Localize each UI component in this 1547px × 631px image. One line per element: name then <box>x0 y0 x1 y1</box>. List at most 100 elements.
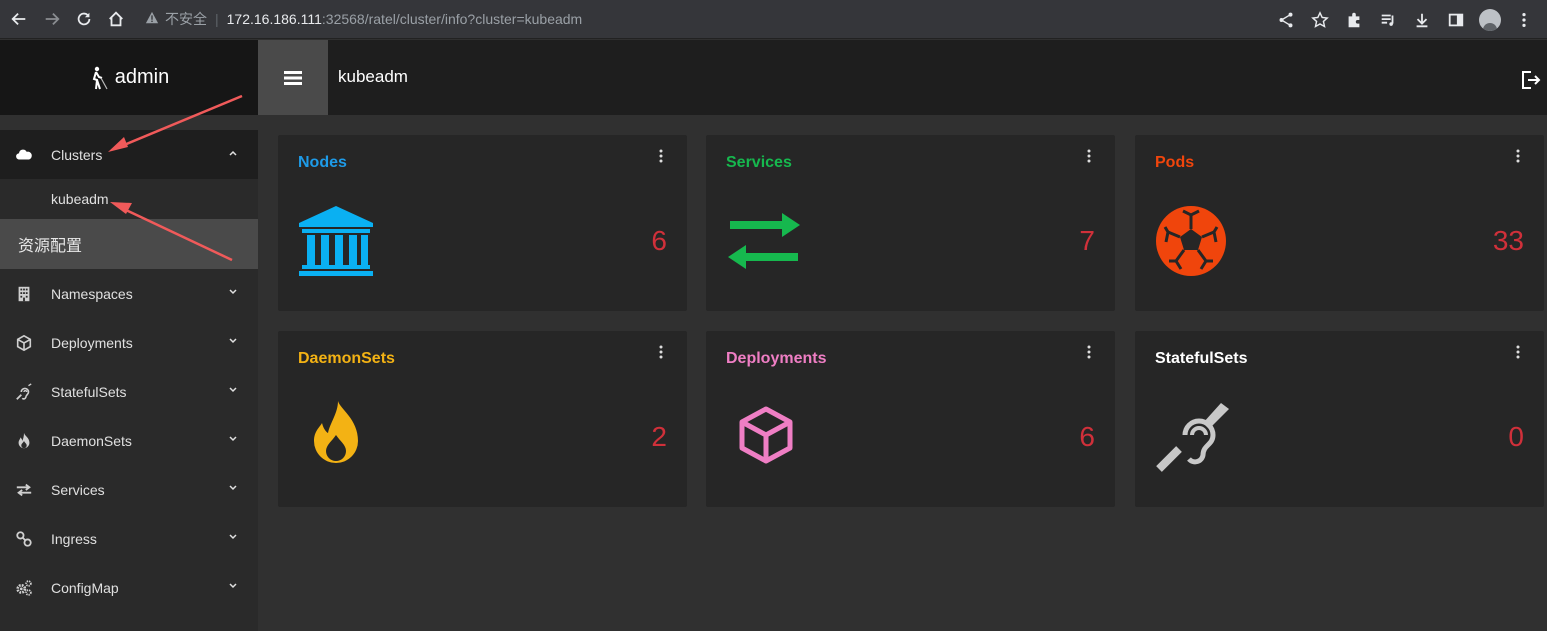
warning-icon <box>145 11 159 28</box>
url-host[interactable]: 172.16.186.111 <box>227 11 322 27</box>
sidebar-item-configmap[interactable]: ConfigMap <box>0 563 258 612</box>
browser-menu-button[interactable] <box>1509 4 1539 36</box>
blind-person-icon <box>92 66 108 89</box>
fire-icon <box>298 401 374 473</box>
extensions-button[interactable] <box>1339 4 1369 36</box>
sidebar-section-header: 资源配置 <box>0 219 258 269</box>
hearing-icon <box>1155 401 1231 473</box>
card-nodes[interactable]: Nodes 6 <box>278 135 687 311</box>
cube-icon <box>726 401 802 473</box>
home-icon <box>109 11 123 27</box>
share-icon <box>1279 12 1293 28</box>
more-vert-icon[interactable] <box>1086 345 1092 359</box>
bank-icon <box>298 205 374 277</box>
sidebar-spacer <box>0 115 258 130</box>
exchange-icon <box>14 480 34 500</box>
card-deployments[interactable]: Deployments 6 <box>706 331 1115 507</box>
sidepanel-icon <box>1448 13 1464 27</box>
share-button[interactable] <box>1271 4 1301 36</box>
chevron-down-icon <box>229 436 237 442</box>
card-services[interactable]: Services 7 <box>706 135 1115 311</box>
sidebar-username: admin <box>114 66 170 88</box>
profile-button[interactable] <box>1475 4 1505 36</box>
sidebar-item-ingress[interactable]: Ingress <box>0 514 258 563</box>
card-count: 7 <box>1079 225 1095 256</box>
sidebar-item-label: Ingress <box>51 530 97 547</box>
chevron-down-icon <box>229 338 237 344</box>
card-title: StatefulSets <box>1155 350 1248 367</box>
reload-button[interactable] <box>68 3 100 35</box>
sidebar-item-label: Deployments <box>51 334 133 351</box>
card-title: Nodes <box>298 154 347 171</box>
browser-toolbar: 不安全 | 172.16.186.111:32568/ratel/cluster… <box>0 0 1547 39</box>
chevron-down-icon <box>229 583 237 589</box>
sidebar-item-daemonsets[interactable]: DaemonSets <box>0 416 258 465</box>
reload-icon <box>77 12 91 26</box>
star-icon <box>1311 11 1329 28</box>
logout-icon[interactable] <box>1519 69 1541 91</box>
avatar-icon <box>1479 9 1501 31</box>
hamburger-icon <box>284 70 302 85</box>
exchange-icon <box>726 205 802 277</box>
top-header: kubeadm <box>258 40 1547 115</box>
sidebar-item-label: DaemonSets <box>51 432 132 449</box>
arrow-left-icon <box>11 12 26 26</box>
sidebar-item-clusters[interactable]: Clusters <box>0 130 258 179</box>
sidebar-item-deployments[interactable]: Deployments <box>0 318 258 367</box>
browser-actions <box>1271 4 1539 36</box>
more-vert-icon[interactable] <box>1515 149 1521 163</box>
arrow-right-icon <box>45 12 60 26</box>
divider: | <box>215 11 219 27</box>
forward-button[interactable] <box>36 3 68 35</box>
media-button[interactable] <box>1373 4 1403 36</box>
sidebar-item-statefulsets[interactable]: StatefulSets <box>0 367 258 416</box>
section-label: 资源配置 <box>18 238 83 255</box>
home-button[interactable] <box>100 3 132 35</box>
card-count: 6 <box>1079 421 1095 452</box>
more-vert-icon[interactable] <box>1515 345 1521 359</box>
sidebar-item-services[interactable]: Services <box>0 465 258 514</box>
cube-icon <box>14 333 34 353</box>
security-label[interactable]: 不安全 <box>165 9 207 29</box>
url-path[interactable]: :32568/ratel/cluster/info?cluster=kubead… <box>322 11 582 27</box>
sidebar-item-label: Clusters <box>51 146 103 163</box>
menu-toggle-button[interactable] <box>258 40 328 115</box>
sidebar-item-namespaces[interactable]: Namespaces <box>0 269 258 318</box>
card-title: Deployments <box>726 350 827 367</box>
sidebar-item-kubeadm[interactable]: kubeadm <box>0 179 258 219</box>
link-icon <box>14 529 34 549</box>
card-statefulsets[interactable]: StatefulSets 0 <box>1135 331 1544 507</box>
chevron-down-icon <box>229 485 237 491</box>
address-bar[interactable]: 不安全 | 172.16.186.111:32568/ratel/cluster… <box>145 5 582 33</box>
playlist-icon <box>1381 14 1394 26</box>
bookmark-button[interactable] <box>1305 4 1335 36</box>
soccer-ball-icon <box>1155 205 1231 277</box>
card-daemonsets[interactable]: DaemonSets 2 <box>278 331 687 507</box>
sidebar-item-label: StatefulSets <box>51 383 127 400</box>
more-vert-icon[interactable] <box>658 149 664 163</box>
back-button[interactable] <box>3 3 35 35</box>
chevron-up-icon <box>229 150 237 156</box>
sidepanel-button[interactable] <box>1441 4 1471 36</box>
download-button[interactable] <box>1407 4 1437 36</box>
fire-icon <box>14 431 34 451</box>
sidebar-item-label: Namespaces <box>51 285 133 302</box>
card-count: 2 <box>651 421 667 452</box>
card-title: Services <box>726 154 792 171</box>
card-title: Pods <box>1155 154 1195 171</box>
gears-icon <box>14 578 34 598</box>
sidebar-header: admin <box>0 40 258 115</box>
card-count: 6 <box>651 225 667 256</box>
sidebar-item-label: Services <box>51 481 105 498</box>
more-vert-icon[interactable] <box>658 345 664 359</box>
hearing-icon <box>14 382 34 402</box>
card-pods[interactable]: Pods 33 <box>1135 135 1544 311</box>
more-vert-icon <box>1522 12 1526 28</box>
sidebar-item-label: ConfigMap <box>51 579 119 596</box>
card-title: DaemonSets <box>298 350 395 367</box>
page-title: kubeadm <box>338 67 408 86</box>
building-icon <box>14 284 34 304</box>
chevron-down-icon <box>229 387 237 393</box>
more-vert-icon[interactable] <box>1086 149 1092 163</box>
chevron-down-icon <box>229 534 237 540</box>
